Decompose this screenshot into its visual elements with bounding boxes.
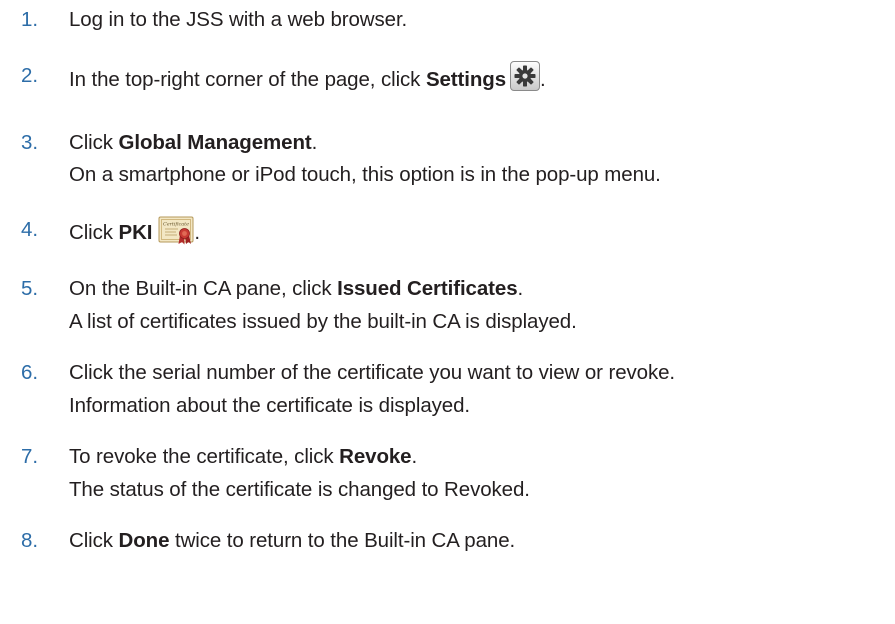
step-number: 8. [21, 529, 39, 552]
step-text: To revoke the certificate, click Revoke. [69, 442, 417, 472]
step-result-text: On a smartphone or iPod touch, this opti… [69, 163, 661, 186]
text-run: Click [69, 221, 119, 244]
step-text: Click Done twice to return to the Built-… [69, 526, 515, 556]
ui-label-global-management: Global Management [118, 131, 312, 154]
step-number: 1. [21, 8, 39, 31]
step-text: Click PKI Certificate. [69, 215, 200, 245]
gear-icon [510, 61, 541, 91]
certificate-icon: Certificate [158, 215, 194, 245]
ui-label-settings: Settings [425, 68, 507, 91]
text-run: . [517, 277, 524, 300]
step-number: 7. [21, 445, 39, 468]
step-result-text: Information about the certificate is dis… [69, 394, 470, 417]
step-result-text: The status of the certificate is changed… [69, 478, 530, 501]
svg-text:Certificate: Certificate [163, 222, 189, 228]
text-run: Click [69, 131, 119, 154]
ui-label-pki: PKI [118, 221, 153, 244]
step-number: 5. [21, 277, 39, 300]
step-text: Log in to the JSS with a web browser. [69, 8, 408, 31]
step-number: 3. [21, 131, 39, 154]
instruction-list: 1. Log in to the JSS with a web browser.… [0, 0, 895, 624]
text-run: In the top-right corner of the page, cli… [69, 68, 426, 91]
step-text: Click the serial number of the certifica… [69, 361, 675, 384]
step-number: 2. [21, 64, 39, 87]
ui-label-done: Done [118, 529, 170, 552]
text-run: To revoke the certificate, click [69, 445, 340, 468]
text-run: . [540, 68, 546, 91]
step-text: Click Global Management. [69, 128, 317, 158]
text-run: twice to return to the Built-in CA pane. [169, 529, 516, 552]
step-text: In the top-right corner of the page, cli… [69, 61, 546, 91]
ui-label-issued-certificates: Issued Certificates [337, 277, 518, 300]
text-run: . [194, 221, 200, 244]
text-run: On the Built-in CA pane, click [69, 277, 338, 300]
step-result-text: A list of certificates issued by the bui… [69, 310, 577, 333]
ui-label-revoke: Revoke [339, 445, 412, 468]
text-run: Click [69, 529, 119, 552]
step-number: 6. [21, 361, 39, 384]
text-run: . [311, 131, 318, 154]
text-run: . [411, 445, 418, 468]
step-number: 4. [21, 218, 39, 241]
step-text: On the Built-in CA pane, click Issued Ce… [69, 274, 523, 304]
